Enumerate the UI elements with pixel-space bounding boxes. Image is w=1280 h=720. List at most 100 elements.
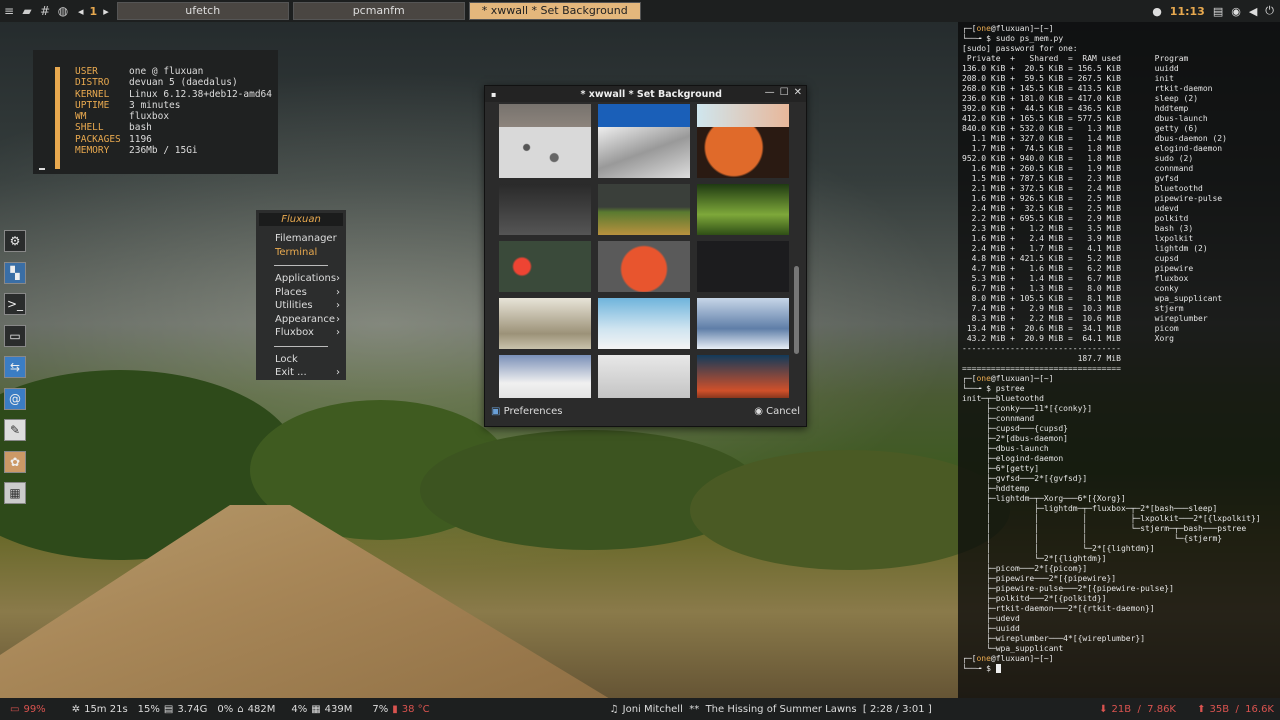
wallpaper-thumbnail[interactable] (598, 298, 690, 349)
network-icon[interactable]: ◉ (1231, 5, 1241, 18)
terminal-line: ├─polkitd───2*[{polkitd}] (962, 594, 1107, 603)
swap-value: 0% (217, 703, 234, 715)
wallpaper-thumbnail[interactable] (598, 127, 690, 178)
calculator-icon[interactable]: ▦ (4, 482, 26, 504)
wallpaper-thumbnail[interactable] (499, 355, 591, 398)
wallpaper-thumbnail[interactable] (499, 184, 591, 235)
terminal-line: ├─pipewire───2*[{pipewire}] (962, 574, 1117, 583)
top-panel: ≡ ▰ # ◍ ◂ 1 ▸ ufetch pcmanfm * xwwall * … (0, 0, 1280, 22)
fetch-value: fluxbox (129, 111, 170, 123)
workspace-prev-icon[interactable]: ◂ (78, 5, 84, 18)
terminal-line: ├─picom───2*[{picom}] (962, 564, 1088, 573)
wallpaper-thumbnail[interactable] (598, 355, 690, 398)
terminal-line: ├─cupsd───{cupsd} (962, 424, 1068, 433)
submenu-arrow-icon: › (336, 367, 340, 378)
mail-icon[interactable]: @ (4, 387, 26, 410)
menu-item-lock[interactable]: Lock (256, 353, 346, 367)
submenu-arrow-icon: › (336, 327, 340, 338)
task-pcmanfm[interactable]: pcmanfm (292, 2, 465, 20)
menu-item-label: Exit ... (275, 367, 307, 378)
text-editor-icon[interactable]: ✎ (4, 419, 26, 441)
battery-icon: ▭ (10, 703, 20, 715)
uptime-value: 15m 21s (84, 703, 128, 715)
wallpaper-thumbnail[interactable] (697, 355, 789, 398)
ufetch-info: USER one @ fluxuan DISTRO devuan 5 (daedal… (75, 66, 272, 156)
menu-title: Fluxuan (259, 213, 343, 226)
terminal-line: ┌─[one@fluxuan]─[~] (962, 374, 1054, 383)
cancel-button[interactable]: ◉ Cancel (754, 406, 800, 417)
workspace-icon[interactable]: ▚ (4, 261, 26, 284)
close-icon[interactable]: ✕ (794, 87, 802, 98)
terminal-line: ├─6*[getty] (962, 464, 1040, 473)
mem-value: 439M (324, 703, 353, 715)
menu-item-fluxbox[interactable]: Fluxbox › (256, 326, 346, 340)
cpu-value: 15% (137, 703, 160, 715)
terminal-line: 1.7 MiB + 74.5 KiB = 1.8 MiB elogind-dae… (962, 144, 1223, 153)
grid-icon[interactable]: # (36, 4, 54, 18)
terminal-line: ├─rtkit-daemon───2*[{rtkit-daemon}] (962, 604, 1155, 613)
menu-item-applications[interactable]: Applications › (256, 272, 346, 286)
wallpaper-thumbnail[interactable] (499, 241, 591, 292)
menu-item-terminal[interactable]: Terminal (256, 246, 346, 260)
paint-icon[interactable]: ✿ (4, 450, 26, 473)
grid-scrollbar[interactable] (794, 266, 799, 354)
terminal-line: ├─conky───11*[{conky}] (962, 404, 1093, 413)
wallpaper-thumbnail[interactable] (697, 127, 789, 178)
terminal-line: 4.8 MiB + 421.5 KiB = 5.2 MiB cupsd (962, 254, 1179, 263)
disk-value: 3.74G (177, 703, 208, 715)
temp-value: 38 °C (401, 703, 430, 715)
folder-icon[interactable]: ▰ (18, 4, 36, 18)
network-tool-icon[interactable]: ⇆ (4, 356, 26, 378)
power-icon[interactable]: ⏻ (1265, 4, 1274, 18)
menu-item-utilities[interactable]: Utilities › (256, 299, 346, 313)
task-ufetch[interactable]: ufetch (116, 2, 289, 20)
terminal-line: 8.3 MiB + 2.2 MiB = 10.6 MiB wireplumber (962, 314, 1208, 323)
submenu-arrow-icon: › (336, 313, 340, 325)
window-titlebar[interactable]: ▪ * xwwall * Set Background — ☐ ✕ (485, 86, 806, 102)
preferences-button[interactable]: ▣ Preferences (491, 406, 562, 417)
window-title: * xwwall * Set Background (580, 88, 722, 100)
terminal-line: 412.0 KiB + 165.5 KiB = 577.5 KiB dbus-l… (962, 114, 1208, 123)
wallpaper-grid (498, 104, 792, 398)
minimize-icon[interactable]: — (765, 87, 775, 98)
now-playing[interactable]: Joni Mitchell ** The Hissing of Summer L… (623, 704, 932, 715)
wallpaper-thumbnail[interactable] (598, 241, 690, 292)
wallpaper-thumbnail[interactable] (697, 298, 789, 349)
fetch-key: DISTRO (75, 77, 110, 89)
file-manager-icon[interactable]: ▭ (4, 324, 26, 347)
user-icon[interactable]: ● (1152, 5, 1162, 18)
terminal-line: └──╼ $ pstree (962, 384, 1025, 393)
terminal-line: ├─gvfsd───2*[{gvfsd}] (962, 474, 1088, 483)
cancel-icon: ◉ (754, 406, 763, 417)
document-icon[interactable]: ▤ (1213, 5, 1223, 18)
wallpaper-thumbnail[interactable] (499, 298, 591, 349)
left-dock: ⚙ ▚ >_ ▭ ⇆ @ ✎ ✿ ▦ (4, 230, 26, 514)
terminal-line: 268.0 KiB + 145.5 KiB = 413.5 KiB rtkit-… (962, 84, 1213, 93)
terminal-line: 1.5 MiB + 787.5 KiB = 2.3 MiB gvfsd (962, 174, 1179, 183)
terminal-window[interactable]: ┌─[one@fluxuan]─[~] └──╼ $ sudo ps_mem.py… (958, 22, 1280, 698)
workspace-next-icon[interactable]: ▸ (103, 5, 109, 18)
music-icon: ♫ (609, 703, 619, 715)
wallpaper-thumbnail[interactable] (697, 184, 789, 235)
terminal-line: 1.6 MiB + 2.4 MiB = 3.9 MiB lxpolkit (962, 234, 1194, 243)
clock[interactable]: 11:13 (1170, 5, 1205, 18)
menu-item-places[interactable]: Places › (256, 286, 346, 300)
wallpaper-thumbnail[interactable] (598, 184, 690, 235)
task-xwwall[interactable]: * xwwall * Set Background (468, 2, 641, 20)
volume-icon[interactable]: ◀ (1249, 5, 1257, 18)
menu-icon[interactable]: ≡ (0, 4, 18, 18)
terminal-line: 5.3 MiB + 1.4 MiB = 6.7 MiB fluxbox (962, 274, 1189, 283)
disk-icon: ▤ (163, 703, 174, 715)
wallpaper-thumbnail[interactable] (499, 127, 591, 178)
globe-icon[interactable]: ◍ (54, 4, 72, 18)
menu-item-appearance[interactable]: Appearance › (256, 313, 346, 327)
settings-icon[interactable]: ⚙ (4, 230, 26, 252)
battery-value: 99% (23, 703, 46, 715)
maximize-icon[interactable]: ☐ (780, 87, 789, 98)
fetch-key: KERNEL (75, 88, 110, 100)
wallpaper-thumbnail[interactable] (697, 241, 789, 292)
menu-item-filemanager[interactable]: Filemanager (256, 232, 346, 246)
menu-item-exit[interactable]: Exit ... › (256, 366, 346, 380)
terminal-line: 187.7 MiB (962, 354, 1121, 363)
terminal-icon[interactable]: >_ (4, 293, 26, 315)
